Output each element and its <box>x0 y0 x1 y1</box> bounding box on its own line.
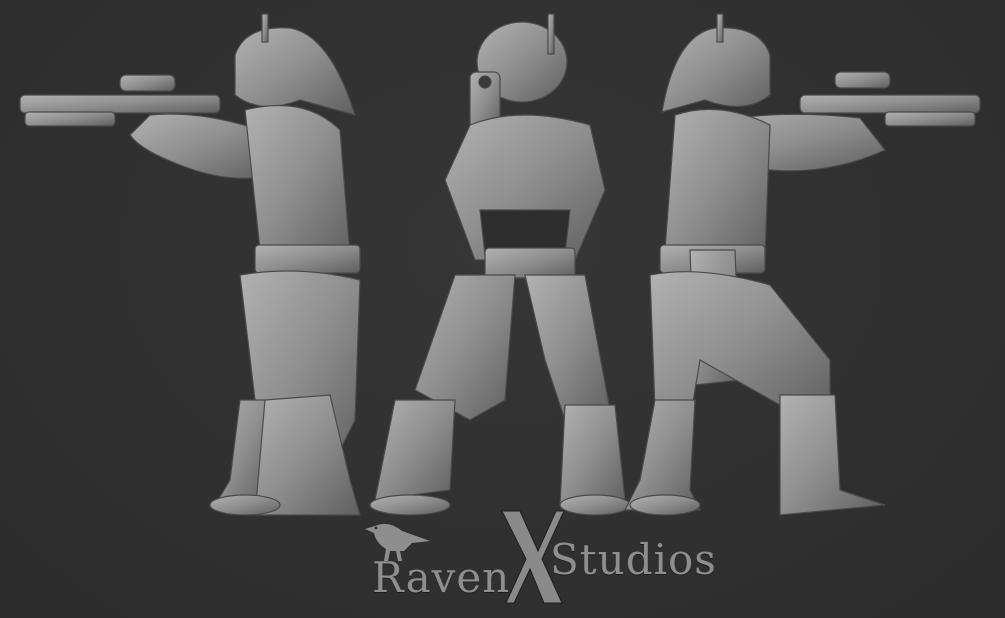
logo-word-raven: Raven <box>372 553 511 602</box>
logo-word-studios: Studios <box>550 535 717 584</box>
figure-right-side-view <box>624 13 981 516</box>
raven-x-studios-logo: Raven Studios <box>360 505 730 615</box>
render-stage: Raven Studios <box>0 0 1005 618</box>
figure-left-side-view <box>19 13 361 516</box>
figure-front-view <box>369 13 631 516</box>
